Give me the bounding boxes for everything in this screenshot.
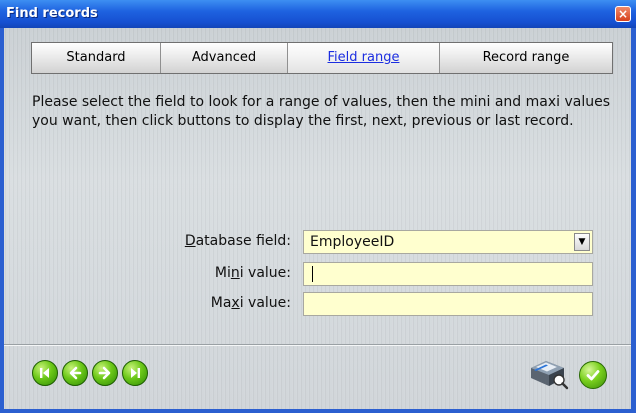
next-record-button[interactable]	[92, 360, 118, 386]
tab-record-range[interactable]: Record range	[440, 43, 612, 73]
dialog-body: Standard Advanced Field range Record ran…	[4, 28, 631, 409]
skip-first-icon	[40, 368, 49, 378]
find-records-window: Find records × Standard Advanced Field r…	[0, 0, 636, 413]
tab-advanced[interactable]: Advanced	[161, 43, 288, 73]
arrow-right-icon	[98, 366, 111, 380]
maxi-value-label: Maxi value:	[210, 295, 291, 311]
last-record-button[interactable]	[122, 360, 148, 386]
mini-value-input[interactable]	[303, 262, 593, 286]
database-field-label: Database field:	[184, 233, 291, 249]
first-record-button[interactable]	[32, 360, 58, 386]
mini-value-label: Mini value:	[214, 265, 291, 281]
checkmark-icon	[586, 370, 600, 381]
database-field-value: EmployeeID	[310, 234, 395, 250]
divider	[4, 344, 631, 346]
maxi-value-input[interactable]	[303, 292, 593, 316]
title-bar[interactable]: Find records ×	[0, 0, 636, 28]
window-title: Find records	[6, 6, 98, 21]
instructions-text: Please select the field to look for a ra…	[32, 94, 610, 129]
close-button[interactable]: ×	[615, 6, 631, 22]
tab-bar: Standard Advanced Field range Record ran…	[31, 42, 613, 74]
tab-standard[interactable]: Standard	[32, 43, 161, 73]
database-field-select[interactable]: EmployeeID ▼	[303, 230, 593, 254]
print-button[interactable]	[528, 356, 570, 390]
tab-field-range[interactable]: Field range	[288, 43, 440, 73]
mini-value-row: Mini value:	[4, 262, 631, 288]
maxi-value-row: Maxi value:	[4, 292, 631, 318]
printer-icon	[531, 361, 569, 390]
previous-record-button[interactable]	[62, 360, 88, 386]
skip-last-icon	[131, 368, 140, 378]
ok-button[interactable]	[579, 361, 607, 389]
arrow-left-icon	[69, 366, 82, 380]
database-field-row: Database field: EmployeeID ▼	[4, 230, 631, 256]
chevron-down-icon[interactable]: ▼	[574, 233, 590, 251]
text-caret	[312, 266, 313, 282]
